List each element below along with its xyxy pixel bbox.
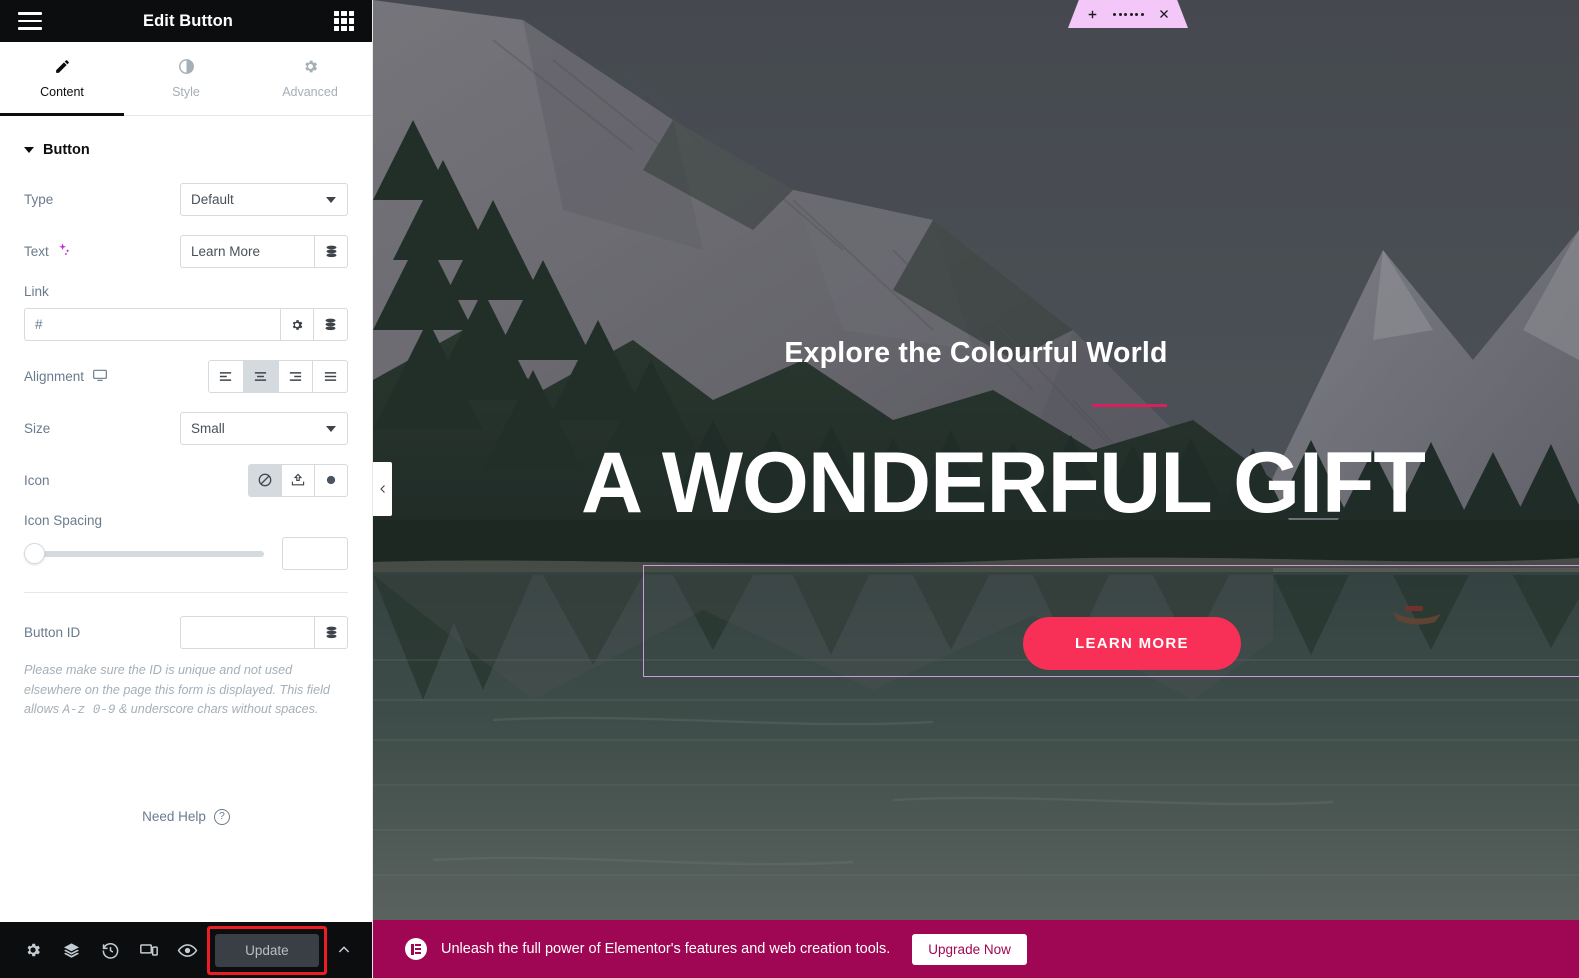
hero-content: Explore the Colourful World A WONDERFUL … — [373, 0, 1579, 920]
control-button-id: Button ID — [24, 613, 348, 651]
text-label-caption: Text — [24, 243, 49, 259]
help-text-mono: A-z 0-9 — [62, 703, 116, 718]
gear-icon — [302, 57, 319, 76]
alignment-toggle-group — [208, 359, 348, 393]
section-title: Button — [43, 142, 90, 158]
button-id-input[interactable] — [180, 615, 314, 649]
control-icon: Icon — [24, 461, 348, 499]
need-help-label: Need Help — [142, 809, 206, 825]
gear-icon[interactable] — [14, 922, 53, 978]
alignment-label-caption: Alignment — [24, 368, 85, 384]
editor-panel: Edit Button Content Style Advanced Butto… — [0, 0, 373, 978]
control-text: Text — [24, 232, 348, 270]
hero-divider — [1092, 404, 1167, 407]
link-label: Link — [24, 284, 49, 299]
control-link: Link — [24, 284, 348, 341]
tab-advanced-label: Advanced — [282, 85, 338, 99]
icon-spacing-slider[interactable] — [24, 543, 264, 565]
align-center-button[interactable] — [243, 359, 279, 393]
learn-more-button[interactable]: LEARN MORE — [1023, 617, 1241, 670]
layers-icon[interactable] — [53, 922, 92, 978]
icon-label: Icon — [24, 472, 50, 488]
align-right-button[interactable] — [278, 359, 314, 393]
drag-dots-icon[interactable] — [1113, 12, 1144, 16]
need-help-link[interactable]: Need Help ? — [24, 808, 348, 825]
elementor-editor: Edit Button Content Style Advanced Butto… — [0, 0, 1579, 978]
upgrade-now-button[interactable]: Upgrade Now — [912, 933, 1027, 965]
hamburger-icon[interactable] — [18, 12, 42, 30]
tab-content[interactable]: Content — [0, 43, 124, 116]
tab-style[interactable]: Style — [124, 43, 248, 116]
chevron-down-icon — [326, 197, 336, 203]
type-value: Default — [191, 191, 234, 207]
align-left-button[interactable] — [208, 359, 244, 393]
plus-icon[interactable] — [1086, 8, 1099, 21]
tab-content-label: Content — [40, 85, 84, 99]
size-label: Size — [24, 420, 51, 436]
close-x-icon[interactable] — [1158, 8, 1170, 20]
type-select[interactable]: Default — [180, 182, 348, 216]
panel-title: Edit Button — [143, 11, 233, 30]
control-alignment: Alignment — [24, 357, 348, 395]
button-id-help-text: Please make sure the ID is unique and no… — [24, 661, 348, 721]
hero-title: A WONDERFUL GIFT — [581, 435, 1426, 531]
slider-handle[interactable] — [24, 543, 45, 564]
alignment-label: Alignment — [24, 367, 208, 386]
button-id-label: Button ID — [24, 624, 81, 640]
panel-controls: Button Type Default Text Learn More Link… — [0, 116, 372, 922]
tab-style-label: Style — [172, 85, 200, 99]
promo-bar: Unleash the full power of Elementor's fe… — [373, 920, 1579, 978]
question-circle-icon: ? — [213, 808, 230, 825]
chevron-up-icon[interactable] — [331, 922, 358, 978]
update-button[interactable]: Update — [215, 933, 319, 967]
control-icon-spacing: Icon Spacing — [24, 513, 348, 570]
collapse-panel-button[interactable] — [373, 462, 392, 516]
editor-canvas: Explore the Colourful World A WONDERFUL … — [373, 0, 1579, 978]
icon-none-ban-button[interactable] — [248, 463, 282, 497]
section-divider — [24, 592, 348, 593]
update-button-highlight: Update — [207, 925, 327, 975]
align-justify-button[interactable] — [313, 359, 348, 393]
contrast-half-circle-icon — [178, 57, 195, 76]
dynamic-tags-icon[interactable] — [314, 615, 348, 649]
panel-tabs: Content Style Advanced — [0, 42, 372, 116]
panel-header: Edit Button — [0, 0, 372, 42]
control-type: Type Default — [24, 180, 348, 218]
icon-upload-button[interactable] — [282, 463, 315, 497]
icon-spacing-input[interactable] — [282, 537, 348, 570]
pencil-icon — [54, 57, 71, 76]
eye-preview-icon[interactable] — [169, 922, 208, 978]
history-revisions-icon[interactable] — [91, 922, 130, 978]
icon-toggle-group — [248, 463, 348, 497]
text-input[interactable] — [180, 234, 314, 268]
dynamic-tags-icon[interactable] — [314, 234, 348, 268]
help-text-part2: & underscore chars without spaces. — [118, 702, 319, 717]
dynamic-tags-icon[interactable] — [314, 308, 348, 341]
desktop-icon[interactable] — [92, 367, 108, 386]
elementor-logo-icon — [405, 938, 427, 960]
control-size: Size Small — [24, 409, 348, 447]
size-value: Small — [191, 420, 225, 436]
section-button-toggle[interactable]: Button — [24, 116, 348, 180]
chevron-down-icon — [326, 426, 336, 432]
slider-track — [24, 550, 264, 557]
section-toolbar — [1068, 0, 1188, 28]
link-options-gear-icon[interactable] — [280, 308, 314, 341]
chevron-left-icon — [379, 485, 385, 493]
panel-footer: Update — [0, 922, 372, 978]
responsive-device-icon[interactable] — [130, 922, 169, 978]
link-input[interactable] — [24, 308, 280, 341]
icon-spacing-label: Icon Spacing — [24, 513, 103, 528]
promo-message: Unleash the full power of Elementor's fe… — [441, 941, 891, 957]
text-label: Text — [24, 242, 180, 260]
chevron-down-icon — [24, 147, 34, 153]
grid-apps-icon[interactable] — [334, 11, 354, 31]
icon-circle-button[interactable] — [315, 463, 348, 497]
tab-advanced[interactable]: Advanced — [248, 43, 372, 116]
type-label: Type — [24, 191, 54, 207]
ai-sparkles-icon[interactable] — [57, 242, 72, 260]
hero-subtitle: Explore the Colourful World — [784, 337, 1168, 369]
size-select[interactable]: Small — [180, 411, 348, 445]
